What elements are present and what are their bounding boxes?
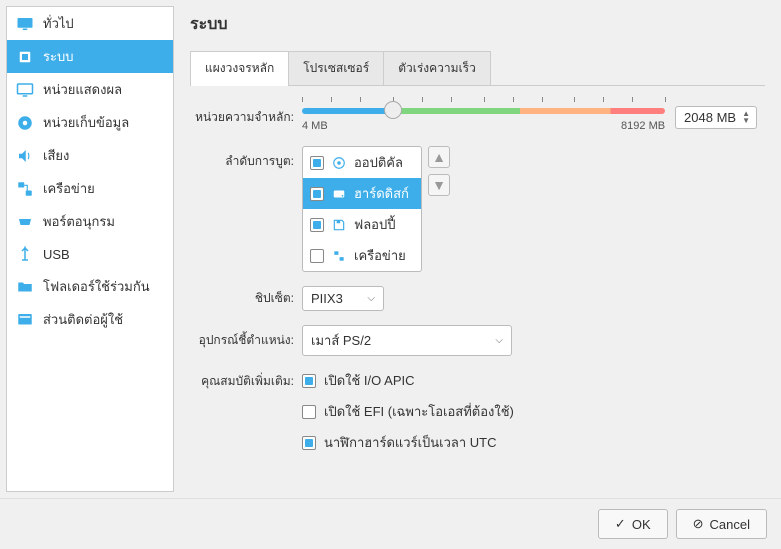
ui-icon — [15, 310, 35, 330]
pointing-value: เมาส์ PS/2 — [311, 330, 371, 351]
sidebar-item-storage[interactable]: หน่วยเก็บข้อมูล — [7, 106, 173, 139]
tab-processor[interactable]: โปรเซสเซอร์ — [288, 51, 384, 85]
monitor-icon — [15, 14, 35, 34]
boot-order-list[interactable]: ออปติคัล ฮาร์ดดิสก์ ฟลอปปี้ — [302, 146, 422, 272]
chevron-down-icon: ⌵ — [367, 293, 375, 304]
boot-label: ลำดับการบูต: — [190, 146, 302, 171]
sidebar-item-usb[interactable]: USB — [7, 238, 173, 270]
sidebar-item-general[interactable]: ทั่วไป — [7, 7, 173, 40]
sidebar: ทั่วไป ระบบ หน่วยแสดงผล หน่วยเก็บข้อมูล … — [6, 6, 174, 492]
cancel-button[interactable]: ⊘ Cancel — [676, 509, 767, 539]
floppy-icon — [331, 217, 347, 233]
sidebar-label: พอร์ตอนุกรม — [43, 211, 115, 232]
chipset-select[interactable]: PIIX3 ⌵ — [302, 286, 384, 311]
ok-label: OK — [632, 517, 651, 532]
memory-row: หน่วยความจำหลัก: 4 MB 8192 MB 2048 MB — [190, 102, 757, 132]
chipset-label: ชิปเซ็ต: — [190, 289, 302, 308]
boot-item-optical[interactable]: ออปติคัล — [303, 147, 421, 178]
boot-item-network[interactable]: เครือข่าย — [303, 240, 421, 271]
chipset-value: PIIX3 — [311, 291, 343, 306]
boot-checkbox[interactable] — [310, 187, 324, 201]
storage-icon — [15, 113, 35, 133]
optical-icon — [331, 155, 347, 171]
ok-button[interactable]: ✓ OK — [598, 509, 668, 539]
serial-icon — [15, 212, 35, 232]
chipset-row: ชิปเซ็ต: PIIX3 ⌵ — [190, 286, 757, 311]
pointing-row: อุปกรณ์ชี้ตำแหน่ง: เมาส์ PS/2 ⌵ — [190, 325, 757, 356]
slider-thumb[interactable] — [384, 101, 402, 119]
tab-content: หน่วยความจำหลัก: 4 MB 8192 MB 2048 MB — [190, 86, 765, 485]
utc-checkbox-row[interactable]: นาฬิกาฮาร์ดแวร์เป็นเวลา UTC — [302, 432, 514, 453]
page-title: ระบบ — [190, 12, 765, 37]
boot-item-floppy[interactable]: ฟลอปปี้ — [303, 209, 421, 240]
sidebar-label: หน่วยเก็บข้อมูล — [43, 112, 129, 133]
display-icon — [15, 80, 35, 100]
main-panel: ระบบ แผงวงจรหลัก โปรเซสเซอร์ ตัวเร่งความ… — [174, 0, 781, 498]
tabs: แผงวงจรหลัก โปรเซสเซอร์ ตัวเร่งความเร็ว — [190, 51, 765, 86]
memory-value: 2048 MB — [682, 110, 736, 125]
extended-label: คุณสมบัติเพิ่มเติม: — [190, 370, 302, 391]
sidebar-label: หน่วยแสดงผล — [43, 79, 122, 100]
pointing-label: อุปกรณ์ชี้ตำแหน่ง: — [190, 331, 302, 350]
sidebar-label: ส่วนติดต่อผู้ใช้ — [43, 309, 123, 330]
network-icon — [15, 179, 35, 199]
cancel-label: Cancel — [710, 517, 750, 532]
boot-checkbox[interactable] — [310, 156, 324, 170]
boot-item-label: ฟลอปปี้ — [354, 214, 395, 235]
boot-item-label: ฮาร์ดดิสก์ — [354, 183, 409, 204]
boot-move-up-button[interactable]: ▲ — [428, 146, 450, 168]
tab-acceleration[interactable]: ตัวเร่งความเร็ว — [383, 51, 491, 85]
extended-row: คุณสมบัติเพิ่มเติม: เปิดใช้ I/O APIC เปิ… — [190, 370, 757, 463]
harddisk-icon — [331, 186, 347, 202]
memory-min: 4 MB — [302, 120, 328, 132]
checkbox[interactable] — [302, 436, 316, 450]
boot-checkbox[interactable] — [310, 249, 324, 263]
sidebar-item-system[interactable]: ระบบ — [7, 40, 173, 73]
pointing-select[interactable]: เมาส์ PS/2 ⌵ — [302, 325, 512, 356]
sidebar-label: เสียง — [43, 145, 69, 166]
boot-checkbox[interactable] — [310, 218, 324, 232]
check-icon: ✓ — [615, 516, 626, 532]
utc-label: นาฬิกาฮาร์ดแวร์เป็นเวลา UTC — [324, 432, 497, 453]
sidebar-label: เครือข่าย — [43, 178, 95, 199]
memory-max: 8192 MB — [621, 120, 665, 132]
efi-label: เปิดใช้ EFI (เฉพาะโอเอสที่ต้องใช้) — [324, 401, 514, 422]
audio-icon — [15, 146, 35, 166]
sidebar-item-serial[interactable]: พอร์ตอนุกรม — [7, 205, 173, 238]
sidebar-item-audio[interactable]: เสียง — [7, 139, 173, 172]
boot-item-label: ออปติคัล — [354, 152, 403, 173]
ioapic-label: เปิดใช้ I/O APIC — [324, 370, 415, 391]
memory-label: หน่วยความจำหลัก: — [190, 108, 302, 127]
sidebar-item-network[interactable]: เครือข่าย — [7, 172, 173, 205]
memory-spinbox[interactable]: 2048 MB ▲▼ — [675, 106, 757, 129]
folder-icon — [15, 277, 35, 297]
chip-icon — [15, 47, 35, 67]
boot-move-down-button[interactable]: ▼ — [428, 174, 450, 196]
sidebar-item-ui[interactable]: ส่วนติดต่อผู้ใช้ — [7, 303, 173, 336]
checkbox[interactable] — [302, 374, 316, 388]
sidebar-label: ทั่วไป — [43, 13, 74, 34]
tab-motherboard[interactable]: แผงวงจรหลัก — [190, 51, 289, 85]
spinbox-arrows[interactable]: ▲▼ — [742, 110, 750, 124]
boot-item-harddisk[interactable]: ฮาร์ดดิสก์ — [303, 178, 421, 209]
chevron-down-icon: ⌵ — [495, 335, 503, 346]
network-boot-icon — [331, 248, 347, 264]
boot-row: ลำดับการบูต: ออปติคัล ฮาร์ดดิสก์ — [190, 146, 757, 272]
sidebar-label: USB — [43, 247, 70, 262]
checkbox[interactable] — [302, 405, 316, 419]
sidebar-label: โฟลเดอร์ใช้ร่วมกัน — [43, 276, 150, 297]
footer: ✓ OK ⊘ Cancel — [0, 498, 781, 549]
sidebar-label: ระบบ — [43, 46, 73, 67]
memory-slider[interactable]: 4 MB 8192 MB — [302, 102, 665, 132]
efi-checkbox-row[interactable]: เปิดใช้ EFI (เฉพาะโอเอสที่ต้องใช้) — [302, 401, 514, 422]
usb-icon — [15, 244, 35, 264]
ioapic-checkbox-row[interactable]: เปิดใช้ I/O APIC — [302, 370, 514, 391]
cancel-icon: ⊘ — [693, 516, 704, 532]
sidebar-item-shared[interactable]: โฟลเดอร์ใช้ร่วมกัน — [7, 270, 173, 303]
boot-item-label: เครือข่าย — [354, 245, 406, 266]
sidebar-item-display[interactable]: หน่วยแสดงผล — [7, 73, 173, 106]
